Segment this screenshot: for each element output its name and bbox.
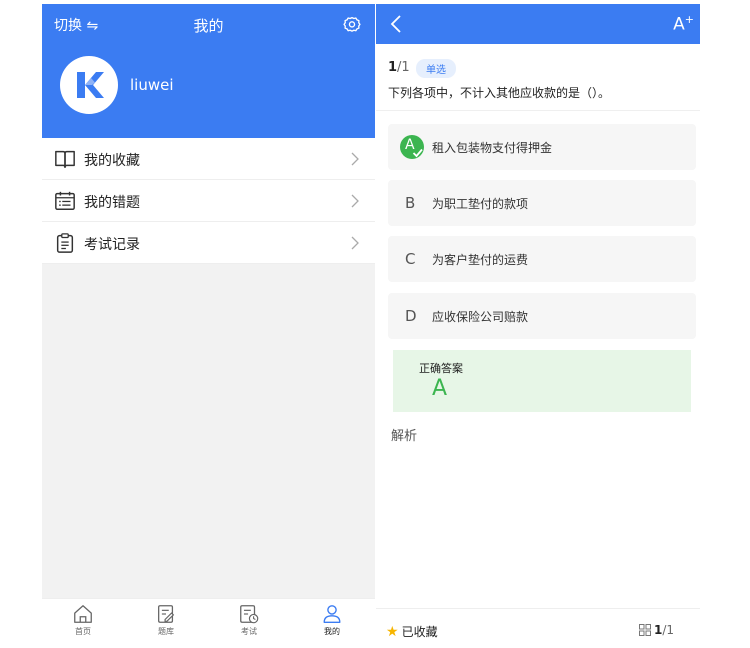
- profile-menu: 我的收藏 我的错题 考试记录: [42, 138, 375, 264]
- exam-clock-icon: [240, 605, 259, 624]
- page-title: 我的: [193, 17, 224, 35]
- option-a[interactable]: A 租入包装物支付得押金: [388, 124, 696, 170]
- option-d[interactable]: D 应收保险公司赔款: [388, 293, 696, 339]
- favorite-button[interactable]: ★ 已收藏: [386, 623, 438, 640]
- question-current: 1: [388, 60, 398, 75]
- question-screen: A+ 1/1 单选 下列各项中，不计入其他应收款的是（）。 A 租入包装物支付得…: [376, 4, 700, 644]
- menu-item-wrong-questions[interactable]: 我的错题: [42, 180, 375, 222]
- pager-total: /1: [662, 623, 674, 637]
- book-icon: [55, 150, 75, 168]
- tab-label: 我的: [324, 627, 340, 636]
- question-counter: 1/1: [388, 60, 410, 75]
- avatar[interactable]: [60, 56, 118, 114]
- user-icon: [323, 605, 341, 623]
- option-letter: B: [405, 194, 416, 212]
- chevron-right-icon: [351, 194, 359, 208]
- option-letter: A: [405, 137, 415, 153]
- grid-icon: [638, 624, 651, 636]
- clipboard-icon: [56, 233, 74, 253]
- username: liuwei: [130, 76, 174, 94]
- option-letter: C: [405, 250, 416, 268]
- menu-item-label: 考试记录: [84, 237, 140, 253]
- menu-item-favorites[interactable]: 我的收藏: [42, 138, 375, 180]
- gear-icon[interactable]: [343, 15, 361, 33]
- profile-top-bar: 切换 ⇋ 我的: [42, 4, 375, 44]
- tab-home[interactable]: 首页: [53, 603, 113, 643]
- option-c[interactable]: C 为客户垫付的运费: [388, 236, 696, 282]
- analysis-label: 解析: [391, 429, 418, 444]
- screen: 切换 ⇋ 我的 liuwei 我的收藏 我的错题 考试记录 首页 题库 考试 我…: [0, 0, 750, 648]
- option-text: 应收保险公司赔款: [432, 310, 529, 324]
- tab-label: 首页: [75, 627, 91, 636]
- back-arrow-icon[interactable]: [390, 15, 402, 33]
- favorite-label: 已收藏: [401, 625, 438, 639]
- correct-answer-box: 正确答案 A: [393, 350, 691, 412]
- font-size-label: A: [673, 14, 685, 35]
- tab-question-bank[interactable]: 题库: [136, 603, 196, 643]
- profile-screen: 切换 ⇋ 我的 liuwei 我的收藏 我的错题 考试记录 首页 题库 考试 我…: [42, 4, 375, 644]
- font-size-button[interactable]: A+: [673, 13, 694, 35]
- tab-mine[interactable]: 我的: [302, 603, 362, 643]
- tab-label: 题库: [158, 627, 174, 636]
- question-header: A+: [376, 4, 700, 44]
- correct-answer-value: A: [432, 376, 448, 401]
- tab-exam[interactable]: 考试: [219, 603, 279, 643]
- home-icon: [74, 605, 92, 623]
- star-icon: ★: [386, 624, 399, 640]
- plus-icon: +: [684, 13, 694, 26]
- menu-item-label: 我的错题: [84, 195, 140, 211]
- divider: [376, 110, 700, 111]
- option-text: 租入包装物支付得押金: [432, 141, 553, 155]
- chevron-right-icon: [351, 236, 359, 250]
- edit-doc-icon: [158, 605, 175, 623]
- option-text: 为客户垫付的运费: [432, 253, 529, 267]
- question-total: /1: [397, 60, 410, 75]
- option-text: 为职工垫付的款项: [432, 197, 529, 211]
- menu-item-exam-records[interactable]: 考试记录: [42, 222, 375, 264]
- correct-answer-label: 正确答案: [419, 362, 463, 375]
- option-letter: D: [405, 307, 417, 325]
- calendar-list-icon: [55, 191, 75, 210]
- question-text: 下列各项中，不计入其他应收款的是（）。: [388, 86, 611, 100]
- k-logo-icon: [77, 72, 104, 98]
- question-pager[interactable]: 1/1: [638, 623, 674, 637]
- option-b[interactable]: B 为职工垫付的款项: [388, 180, 696, 226]
- question-type-badge: 单选: [416, 59, 456, 78]
- bottom-tab-bar: 首页 题库 考试 我的: [42, 598, 375, 644]
- tab-label: 考试: [241, 627, 257, 636]
- question-footer: ★ 已收藏 1/1: [376, 608, 700, 644]
- chevron-right-icon: [351, 152, 359, 166]
- profile-header: 切换 ⇋ 我的 liuwei: [42, 4, 375, 138]
- menu-item-label: 我的收藏: [84, 153, 140, 169]
